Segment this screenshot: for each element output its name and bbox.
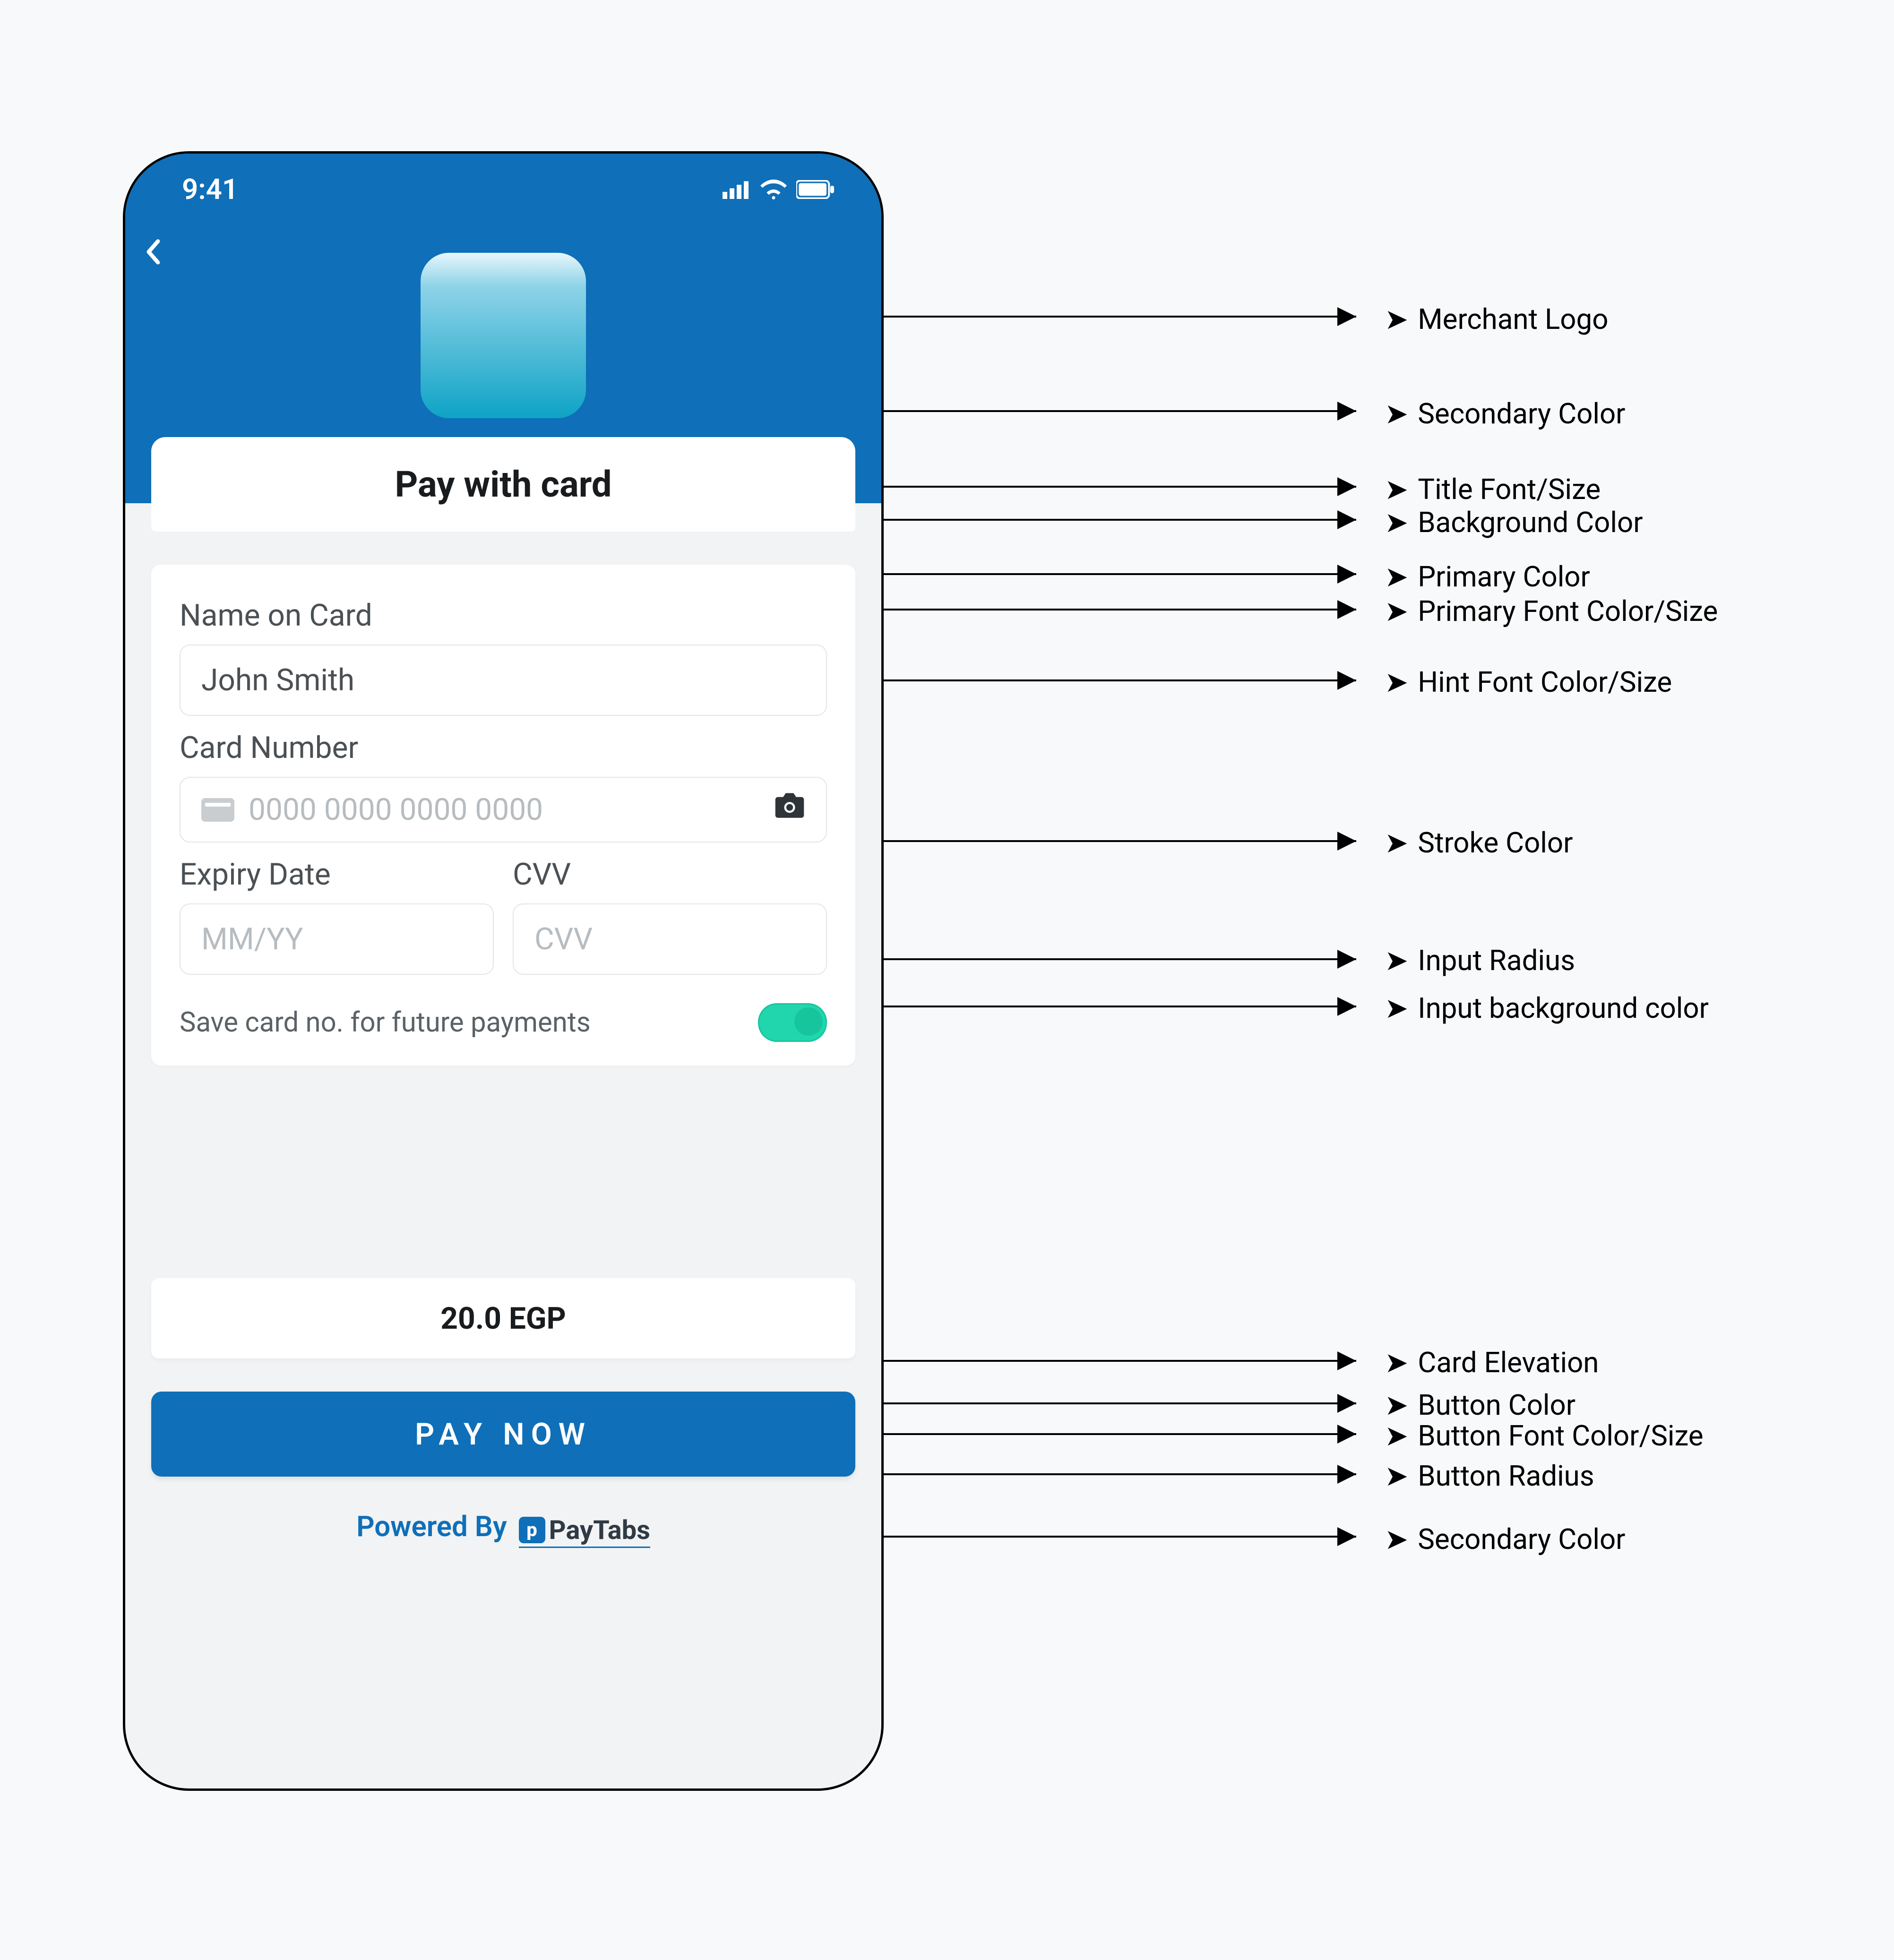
save-card-label: Save card no. for future payments (180, 1006, 591, 1039)
expiry-input[interactable]: MM/YY (180, 903, 494, 975)
annotation-button-color: ➤Button Color (1385, 1388, 1575, 1422)
payment-form-card: Name on Card John Smith Card Number 0000… (151, 565, 855, 1066)
status-icons (723, 179, 834, 200)
paytabs-p-icon: p (519, 1517, 545, 1543)
annotation-primary-color: ➤Primary Color (1385, 560, 1590, 593)
annotation-card-elevation: ➤Card Elevation (1385, 1346, 1599, 1379)
amount-value: 20.0 EGP (440, 1301, 566, 1336)
scan-card-button[interactable] (774, 793, 805, 826)
annotation-input-bg: ➤Input background color (1385, 991, 1709, 1025)
card-number-placeholder: 0000 0000 0000 0000 (249, 792, 543, 827)
annotation-hint-font: ➤Hint Font Color/Size (1385, 665, 1672, 699)
name-label: Name on Card (180, 598, 827, 633)
title-card: Pay with card (151, 437, 855, 532)
pay-button-label: PAY NOW (415, 1417, 592, 1452)
battery-icon (796, 180, 834, 199)
annotation-secondary-color-2: ➤Secondary Color (1385, 1522, 1626, 1556)
annotation-button-radius: ➤Button Radius (1385, 1459, 1594, 1493)
card-number-label: Card Number (180, 730, 827, 765)
pay-now-button[interactable]: PAY NOW (151, 1392, 855, 1477)
signal-icon (723, 180, 751, 199)
cvv-label: CVV (513, 857, 827, 892)
annotation-input-radius: ➤Input Radius (1385, 944, 1575, 977)
annotation-button-font: ➤Button Font Color/Size (1385, 1419, 1704, 1453)
amount-card: 20.0 EGP (151, 1278, 855, 1358)
name-input[interactable]: John Smith (180, 645, 827, 716)
back-button[interactable] (144, 239, 161, 272)
expiry-label: Expiry Date (180, 857, 494, 892)
paytabs-logo: p PayTabs (519, 1514, 650, 1548)
powered-by: Powered By p PayTabs (125, 1510, 881, 1548)
annotation-primary-font: ➤Primary Font Color/Size (1385, 594, 1718, 628)
annotation-merchant-logo: ➤Merchant Logo (1385, 302, 1608, 336)
status-time: 9:41 (182, 172, 238, 206)
cvv-input[interactable]: CVV (513, 903, 827, 975)
annotation-title-font: ➤Title Font/Size (1385, 473, 1601, 506)
camera-icon (774, 793, 805, 819)
merchant-logo (421, 253, 586, 418)
card-number-input[interactable]: 0000 0000 0000 0000 (180, 777, 827, 842)
card-icon (201, 798, 234, 822)
annotation-stroke-color: ➤Stroke Color (1385, 826, 1573, 860)
annotation-background-color: ➤Background Color (1385, 506, 1643, 539)
wifi-icon (760, 179, 787, 200)
save-card-toggle[interactable] (758, 1003, 827, 1042)
annotation-secondary-color-1: ➤Secondary Color (1385, 397, 1626, 430)
phone-frame: 9:41 Pay with card Name on Card John Smi… (123, 151, 884, 1791)
page-title: Pay with card (395, 463, 611, 506)
chevron-left-icon (144, 239, 161, 265)
